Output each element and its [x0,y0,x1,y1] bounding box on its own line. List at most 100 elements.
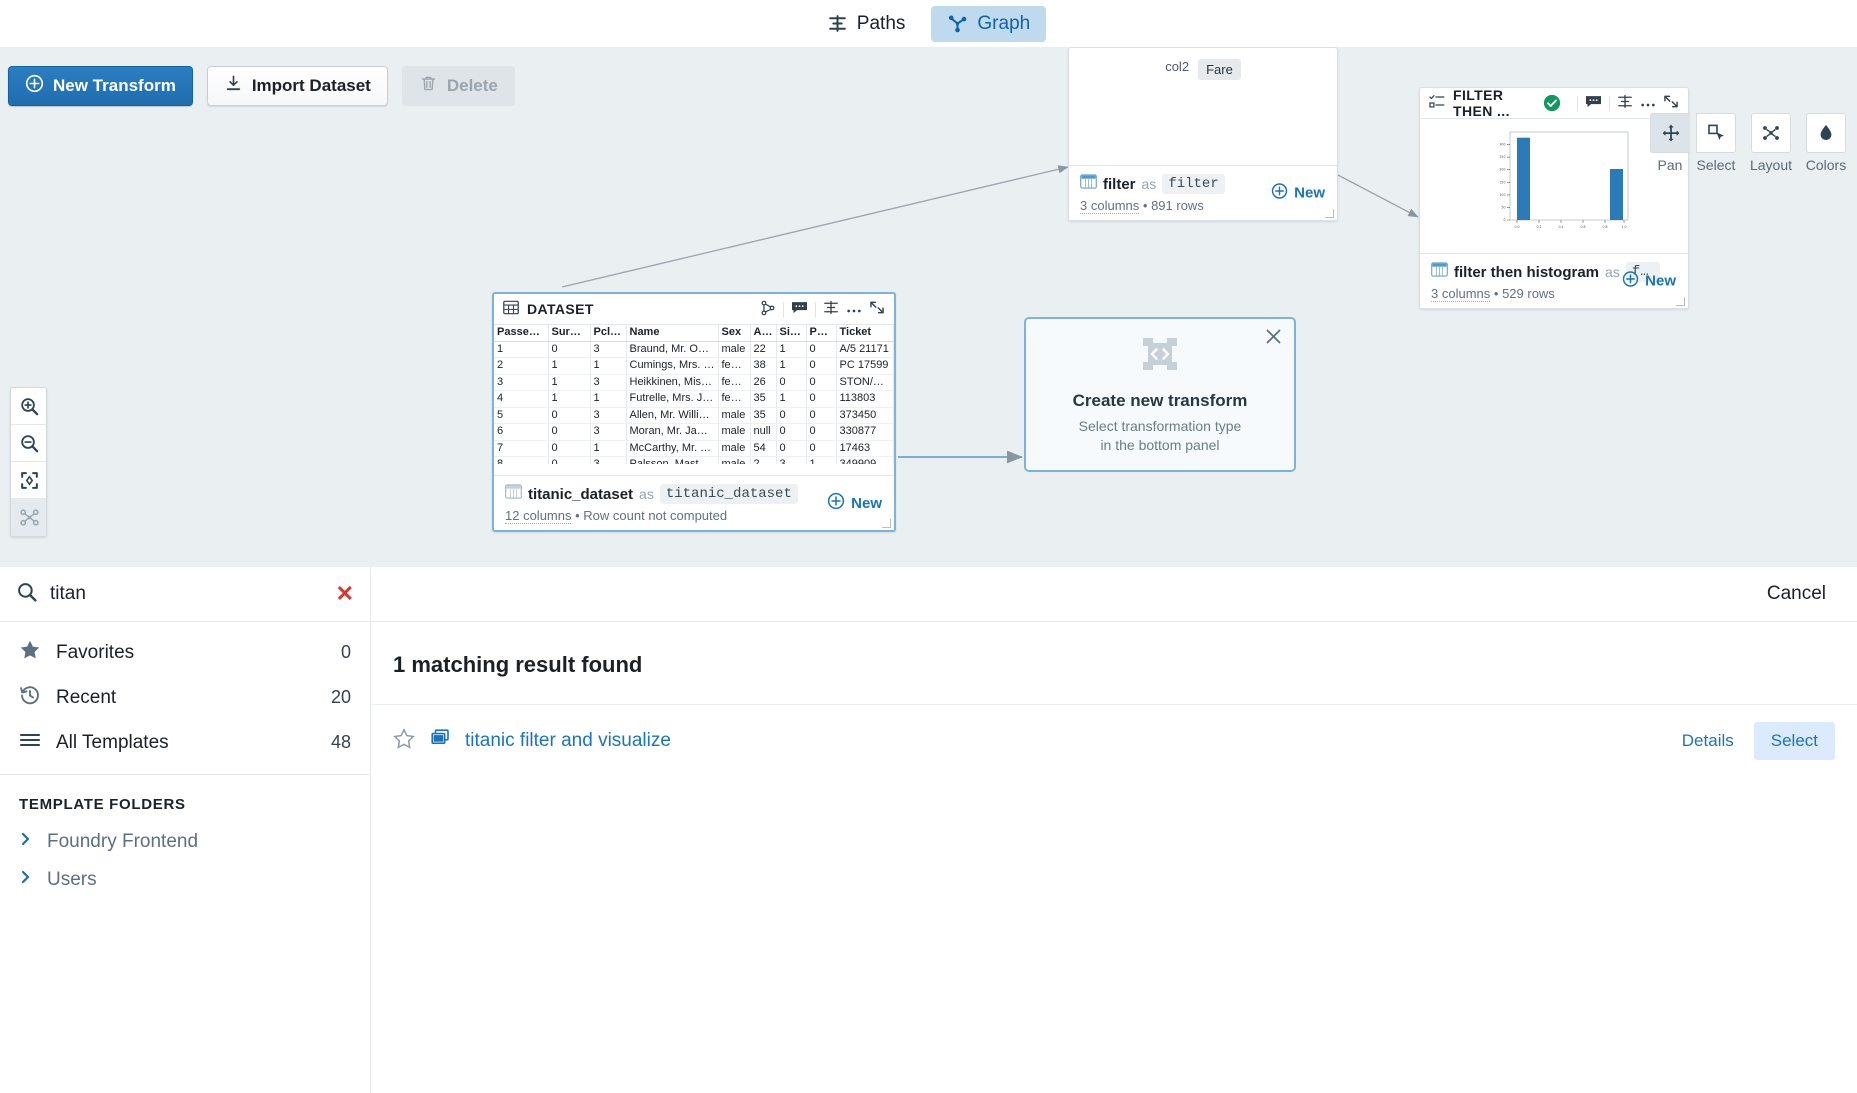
table-cell: 3 [590,423,627,441]
table-cell: Futrelle, Mrs. Jacq... [626,390,719,408]
table-row[interactable]: 313Heikkinen, Miss. La...female2600STON/… [494,374,894,391]
table-cell: 0 [806,341,837,358]
tab-graph[interactable]: Graph [931,5,1047,42]
details-button[interactable]: Details [1670,723,1746,759]
star-outline-icon[interactable] [393,727,415,755]
sidebar-item-recent[interactable]: Recent 20 [0,675,370,720]
pan-icon[interactable] [1650,113,1690,153]
mode-pan[interactable]: Pan [1647,113,1693,173]
dataset-columns[interactable]: 12 columns [505,508,572,524]
table-row[interactable]: 6 0 3 Moran, Mr. James male null 0 0 330877 [494,423,894,441]
import-dataset-button[interactable]: Import Dataset [206,66,388,106]
node-filter[interactable]: col2 Fare filter as filter 3 columns • 8… [1068,47,1338,221]
dataset-table-wrap[interactable]: PassengerIdSurvivedPclassNameSexAgeSibSp… [494,325,894,464]
trash-icon [419,74,438,98]
table-col-header-7[interactable]: Parch [806,325,837,342]
table-col-header-2[interactable]: Pclass [590,325,627,342]
svg-text:0.6: 0.6 [1581,225,1586,229]
table-cell: Braund, Mr. Owen ... [626,341,719,358]
paths-icon[interactable] [1617,94,1633,112]
select-icon[interactable] [1696,113,1736,153]
table-row[interactable]: 5 0 3 Allen, Mr. William ... male 35 0 0 373450 [494,407,894,424]
table-cell: 0 [548,456,591,464]
pan-select-group: Pan Select [1647,113,1739,173]
results-count-title: 1 matching result found [393,652,643,677]
list-item[interactable]: titanic filter and visualize Details Sel… [371,704,1857,768]
table-col-header-8[interactable]: Ticket [836,325,894,342]
sidebar-item-all-templates[interactable]: All Templates 48 [0,720,370,765]
result-name[interactable]: titanic filter and visualize [465,730,671,752]
select-button[interactable]: Select [1753,722,1835,760]
table-col-header-3[interactable]: Name [626,325,719,342]
more-options-icon[interactable] [846,301,862,317]
result-actions: Details Select [1670,722,1835,760]
comment-icon[interactable] [791,300,808,318]
table-col-header-5[interactable]: Age [750,325,777,342]
delete-button: Delete [401,66,515,106]
mode-pan-label: Pan [1657,157,1683,173]
folder-users[interactable]: Users [0,861,370,899]
dataset-rows: Row count not computed [583,508,728,523]
mode-layout-label: Layout [1749,157,1793,173]
resize-handle[interactable] [1325,209,1334,218]
fth-new-button[interactable]: New [1622,271,1676,292]
graph-canvas[interactable]: New Transform Import Dataset Delete Pan … [0,47,1857,567]
mode-layout[interactable]: Layout [1748,113,1794,173]
paths-icon[interactable] [823,300,839,318]
sidebar-item-favorites[interactable]: Favorites 0 [0,630,370,675]
new-transform-label: New Transform [53,76,176,95]
dataset-meta-sep: • [575,508,580,523]
table-col-header-4[interactable]: Sex [718,325,751,342]
graph-icon [947,13,968,34]
table-col-header-0[interactable]: PassengerId [494,325,549,342]
table-row[interactable]: 103Braund, Mr. Owen ...male2210A/5 21171 [494,341,894,358]
table-row[interactable]: 411Futrelle, Mrs. Jacq...female351011380… [494,390,894,408]
table-cell: male [718,423,751,441]
folder-foundry-frontend[interactable]: Foundry Frontend [0,823,370,861]
zoom-in-icon[interactable] [11,388,46,425]
branch-icon[interactable] [760,300,776,319]
table-cell: PC 17599 [836,357,894,375]
dataset-new-button[interactable]: New [827,492,882,514]
resize-handle[interactable] [1676,297,1685,306]
table-cell: 0 [548,341,591,358]
search-input[interactable] [50,583,324,605]
close-icon[interactable] [1265,328,1282,350]
filter-columns[interactable]: 3 columns [1080,198,1140,214]
mode-colors[interactable]: Colors [1803,113,1849,173]
zoom-out-icon[interactable] [11,425,46,462]
node-create-new-transform[interactable]: Create new transform Select transformati… [1024,317,1296,472]
table-cell: McCarthy, Mr. Timo... [626,440,719,457]
table-icon [1431,262,1448,282]
cancel-button[interactable]: Cancel [1767,583,1826,605]
mode-select[interactable]: Select [1693,113,1739,173]
table-row[interactable]: 211Cumings, Mrs. Joh...female3810PC 1759… [494,357,894,375]
filter-new-button[interactable]: New [1271,183,1325,204]
table-cell: null [750,423,777,441]
table-row[interactable]: 803Palsson, Master. G...male231349909 [494,456,894,464]
tab-paths[interactable]: Paths [811,6,922,42]
plus-circle-icon [1622,271,1639,292]
node-dataset[interactable]: DATASET Passenge Surviv Pclass Name Sex … [492,292,896,532]
table-col-header-1[interactable]: Survived [548,325,591,342]
expand-icon[interactable] [869,300,885,318]
table-cell: 17463 [836,440,894,457]
new-transform-button[interactable]: New Transform [8,66,193,106]
fit-to-screen-icon[interactable] [11,462,46,499]
expand-icon[interactable] [1663,94,1679,112]
fth-columns[interactable]: 3 columns [1431,286,1491,302]
table-row[interactable]: 701McCarthy, Mr. Timo...male540017463 [494,440,894,457]
table-cell: 373450 [836,407,894,424]
template-search-box[interactable]: ✕ [0,566,371,622]
star-filled-icon [19,639,41,667]
table-col-header-6[interactable]: SibSp [776,325,807,342]
resize-handle[interactable] [882,519,891,528]
clear-x-icon[interactable]: ✕ [336,583,354,605]
colors-droplet-icon[interactable] [1806,113,1846,153]
zoom-controls [10,387,47,537]
more-options-icon[interactable] [1640,95,1656,111]
table-cell: Palsson, Master. G... [626,456,719,464]
table-cell: female [718,357,751,375]
layout-icon[interactable] [1751,113,1791,153]
comment-icon[interactable] [1585,94,1602,112]
